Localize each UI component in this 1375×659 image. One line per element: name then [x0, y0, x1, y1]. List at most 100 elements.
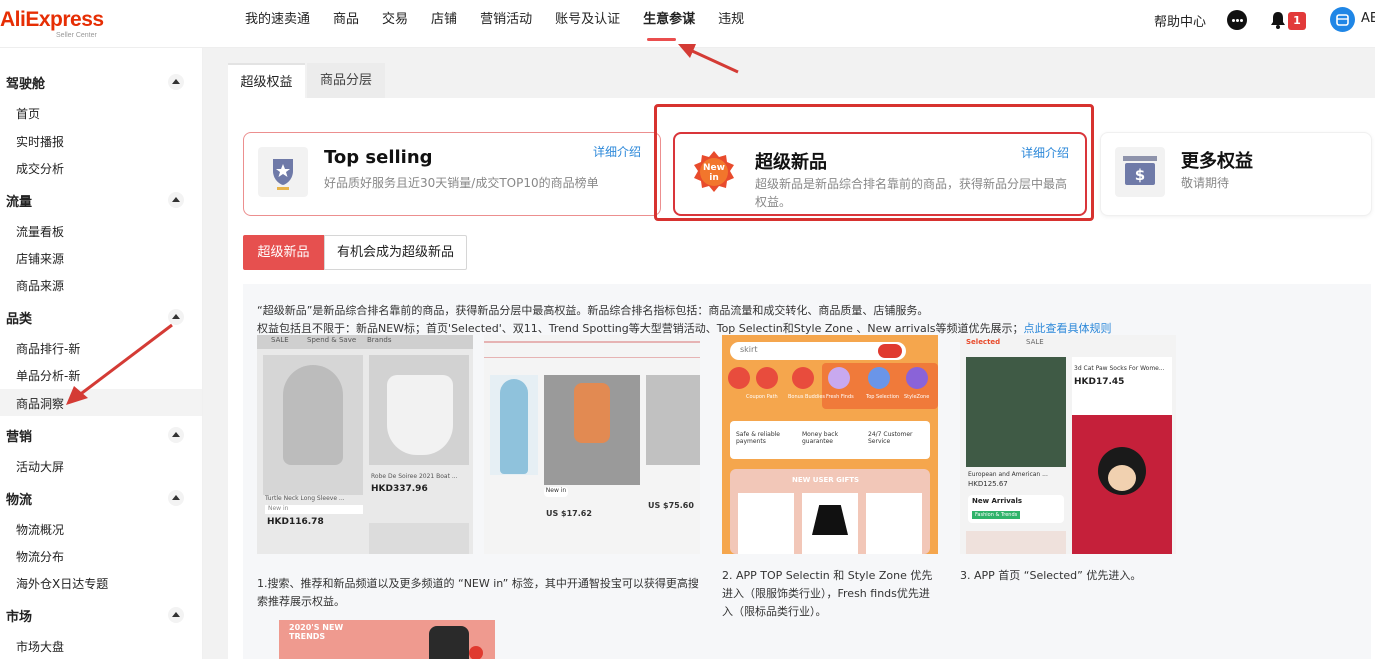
- screenshot-search-results: SALE Spend & Save Brands Robe De Soiree …: [257, 335, 473, 554]
- nav-business-advisor[interactable]: 生意参谋: [643, 0, 695, 40]
- screenshot-app-channels: skirt Coupon Path Bonus Buddies Fresh Fi…: [722, 335, 938, 554]
- sidebar-group-traffic[interactable]: 流量: [6, 191, 32, 210]
- collapse-caret-icon[interactable]: [168, 427, 184, 443]
- shot5-title: 2020'S NEW TRENDS: [289, 623, 344, 641]
- annotation-highlight-box: [654, 104, 1094, 221]
- sidebar-group-market[interactable]: 市场: [6, 606, 32, 625]
- collapse-caret-icon[interactable]: [168, 192, 184, 208]
- shot3-banner: NEW USER GIFTS: [792, 476, 860, 484]
- sidebar-item-realtime[interactable]: 实时播报: [16, 133, 64, 150]
- nav-products[interactable]: 商品: [333, 0, 359, 40]
- shot1-price-1: HKD337.96: [371, 484, 428, 494]
- sidebar-item-market-overview[interactable]: 市场大盘: [16, 638, 64, 655]
- shot1-price-2: HKD116.78: [267, 517, 324, 527]
- caption-3: 3. APP 首页 “Selected” 优先进入。: [960, 569, 1142, 582]
- sidebar-item-transaction-analysis[interactable]: 成交分析: [16, 160, 64, 177]
- caption-1: 1.搜索、推荐和新品频道以及更多频道的 “NEW in” 标签，其中开通智投宝可…: [257, 577, 699, 608]
- sidebar: 驾驶舱 首页 实时播报 成交分析 流量 流量看板 店铺来源 商品来源 品类 商品…: [0, 48, 203, 659]
- sidebar-item-logistics-distribution[interactable]: 物流分布: [16, 548, 64, 565]
- avatar[interactable]: [1330, 7, 1355, 32]
- tab-product-tiers[interactable]: 商品分层: [307, 63, 385, 98]
- dollar-box-icon: $: [1115, 147, 1165, 197]
- user-name[interactable]: AE: [1361, 11, 1375, 26]
- top-selling-card[interactable]: Top selling 好品质好服务且近30天销量/成交TOP10的商品榜单 详…: [243, 132, 661, 216]
- segment-potential-super-new[interactable]: 有机会成为超级新品: [324, 235, 467, 270]
- shot3-search: skirt: [740, 345, 758, 354]
- new-in-tag: New in: [265, 505, 363, 514]
- shot3-cat-5: StyleZone: [904, 394, 930, 400]
- screenshot-home-selected: Selected SALE 3d Cat Paw Socks For Wome.…: [960, 335, 1176, 554]
- svg-text:$: $: [1135, 166, 1145, 184]
- sidebar-item-home[interactable]: 首页: [16, 105, 40, 122]
- sidebar-item-product-insight[interactable]: 商品洞察: [16, 395, 64, 412]
- shot4-tab-selected: Selected: [966, 338, 1001, 346]
- collapse-caret-icon[interactable]: [168, 607, 184, 623]
- shot3-cat-1: Coupon Path: [746, 394, 778, 400]
- rules-link[interactable]: 点此查看具体规则: [1024, 322, 1112, 335]
- sidebar-group-category[interactable]: 品类: [6, 308, 32, 327]
- logo-sub: Seller Center: [56, 32, 97, 39]
- info-block: “超级新品”是新品综合排名靠前的商品，获得新品分层中最高权益。新品综合排名指标包…: [243, 284, 1371, 659]
- tab-bar: [228, 63, 1375, 98]
- shot3-cat-2: Bonus Buddies: [788, 394, 826, 400]
- sidebar-item-product-ranking[interactable]: 商品排行-新: [16, 340, 80, 357]
- aliexpress-logo[interactable]: AliExpress Seller Center: [0, 8, 120, 42]
- card-desc: 好品质好服务且近30天销量/成交TOP10的商品榜单: [324, 176, 599, 190]
- shot1-tab-brands: Brands: [367, 336, 392, 344]
- shot1-title-2: Turtle Neck Long Sleeve ...: [265, 495, 345, 502]
- sidebar-group-cockpit[interactable]: 驾驶舱: [6, 73, 45, 92]
- info-line-2: 权益包括且不限于：新品NEW标；首页'Selected'、双11、Trend S…: [257, 320, 1112, 336]
- details-link[interactable]: 详细介绍: [593, 143, 641, 160]
- card-desc: 敬请期待: [1181, 176, 1230, 190]
- top-nav: 我的速卖通 商品 交易 店铺 营销活动 账号及认证 生意参谋 违规: [245, 0, 767, 40]
- notification-badge: 1: [1288, 12, 1306, 30]
- shot2-price: US $17.62: [546, 509, 592, 518]
- sidebar-item-store-source[interactable]: 店铺来源: [16, 250, 64, 267]
- tab-super-benefits[interactable]: 超级权益: [228, 63, 305, 98]
- help-center-link[interactable]: 帮助中心: [1154, 11, 1206, 30]
- info-line-2-text: 权益包括且不限于：新品NEW标；首页'Selected'、双11、Trend S…: [257, 322, 1024, 335]
- trophy-icon: [258, 147, 308, 197]
- nav-my-aliexpress[interactable]: 我的速卖通: [245, 0, 310, 40]
- segment-super-new[interactable]: 超级新品: [243, 235, 324, 270]
- bell-icon[interactable]: [1269, 11, 1287, 29]
- sidebar-group-logistics[interactable]: 物流: [6, 489, 32, 508]
- collapse-caret-icon[interactable]: [168, 309, 184, 325]
- sidebar-item-event-screen[interactable]: 活动大屏: [16, 458, 64, 475]
- shot4-price: HKD17.45: [1074, 377, 1125, 387]
- shot1-tab-spend: Spend & Save: [307, 336, 357, 344]
- caption-2: 2. APP TOP Selectin 和 Style Zone 优先进入（限服…: [722, 569, 933, 618]
- sidebar-item-overseas-warehouse[interactable]: 海外仓X日达专题: [16, 575, 108, 592]
- more-benefits-card: $ 更多权益 敬请期待: [1100, 132, 1372, 216]
- nav-marketing[interactable]: 营销活动: [480, 0, 532, 40]
- logo-brand: AliExpress: [0, 8, 104, 31]
- new-in-tag: New in: [544, 487, 568, 497]
- nav-violations[interactable]: 违规: [718, 0, 744, 40]
- sidebar-item-product-source[interactable]: 商品来源: [16, 277, 64, 294]
- nav-account[interactable]: 账号及认证: [555, 0, 620, 40]
- shot3-service-1: Safe & reliable payments: [736, 431, 780, 445]
- card-title: 更多权益: [1181, 151, 1253, 172]
- shot4-price-2: HKD125.67: [968, 480, 1008, 488]
- nav-store[interactable]: 店铺: [431, 0, 457, 40]
- shot4-title: 3d Cat Paw Socks For Wome...: [1074, 365, 1165, 372]
- card-title: Top selling: [324, 147, 433, 168]
- collapse-caret-icon[interactable]: [168, 490, 184, 506]
- new-arrivals-sub: Fashion & Trends: [972, 511, 1021, 519]
- sidebar-group-marketing[interactable]: 营销: [6, 426, 32, 445]
- shot3-service-3: 24/7 Customer Service: [868, 431, 913, 445]
- shot2-price-2: US $75.60: [648, 501, 694, 510]
- sidebar-item-logistics-overview[interactable]: 物流概况: [16, 521, 64, 538]
- new-arrivals-badge: New Arrivals: [972, 497, 1023, 505]
- chat-icon[interactable]: [1227, 10, 1247, 30]
- shot4-title-2: European and American ...: [968, 471, 1048, 478]
- info-line-1: “超级新品”是新品综合排名靠前的商品，获得新品分层中最高权益。新品综合排名指标包…: [257, 304, 929, 317]
- screenshot-recommendations: New in US $17.62 US $75.60: [484, 335, 700, 554]
- shot3-service-2: Money back guarantee: [802, 431, 839, 445]
- sidebar-item-traffic-board[interactable]: 流量看板: [16, 223, 64, 240]
- collapse-caret-icon[interactable]: [168, 74, 184, 90]
- sidebar-item-single-product[interactable]: 单品分析-新: [16, 367, 80, 384]
- nav-orders[interactable]: 交易: [382, 0, 408, 40]
- screenshot-trends: 2020'S NEW TRENDS: [279, 620, 495, 659]
- active-nav-underline: [647, 38, 676, 41]
